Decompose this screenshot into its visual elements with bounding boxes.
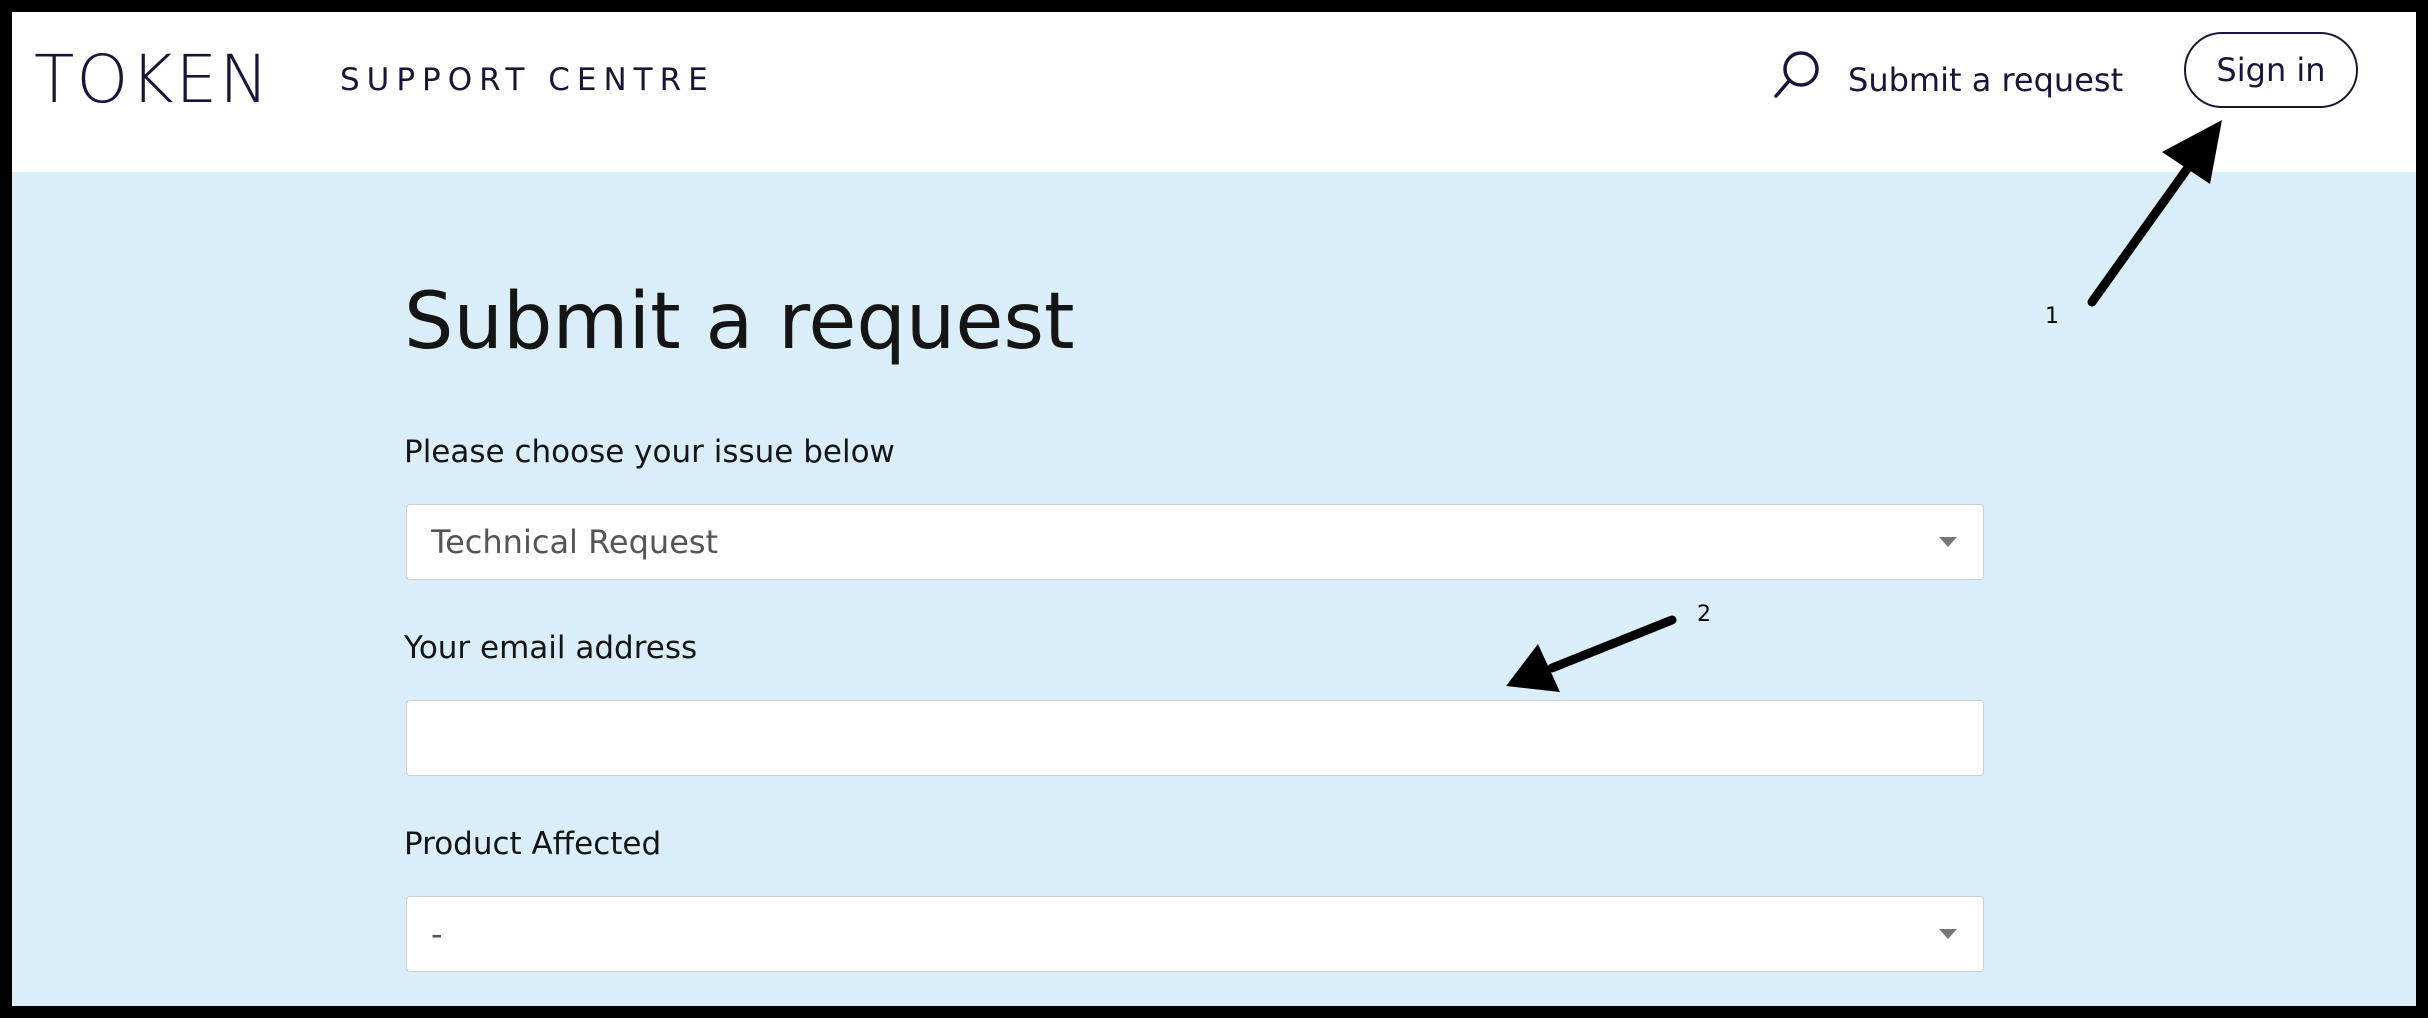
- product-select[interactable]: -: [406, 896, 1984, 972]
- chevron-down-icon: [1939, 537, 1957, 547]
- search-icon[interactable]: [1770, 46, 1826, 102]
- brand-logo[interactable]: TOKEN: [34, 40, 271, 120]
- chevron-down-icon: [1939, 929, 1957, 939]
- sign-in-button[interactable]: Sign in: [2184, 32, 2358, 108]
- issue-field-label: Please choose your issue below: [404, 434, 895, 470]
- product-select-value: -: [431, 915, 443, 953]
- page-frame: TOKEN SUPPORT CENTRE Submit a request Si…: [12, 12, 2416, 1006]
- page-title: Submit a request: [404, 277, 1075, 367]
- arrow-2: [1506, 615, 1677, 692]
- issue-select[interactable]: Technical Request: [406, 504, 1984, 580]
- email-field-label: Your email address: [404, 630, 698, 666]
- email-field[interactable]: [406, 700, 1984, 776]
- issue-select-value: Technical Request: [431, 523, 719, 561]
- annotation-marker-2: 2: [1697, 602, 1711, 627]
- brand-subtitle: SUPPORT CENTRE: [340, 62, 715, 98]
- product-field-label: Product Affected: [404, 826, 662, 862]
- submit-request-link[interactable]: Submit a request: [1848, 58, 2123, 102]
- annotation-marker-1: 1: [2045, 304, 2059, 329]
- site-header: TOKEN SUPPORT CENTRE Submit a request Si…: [12, 12, 2416, 172]
